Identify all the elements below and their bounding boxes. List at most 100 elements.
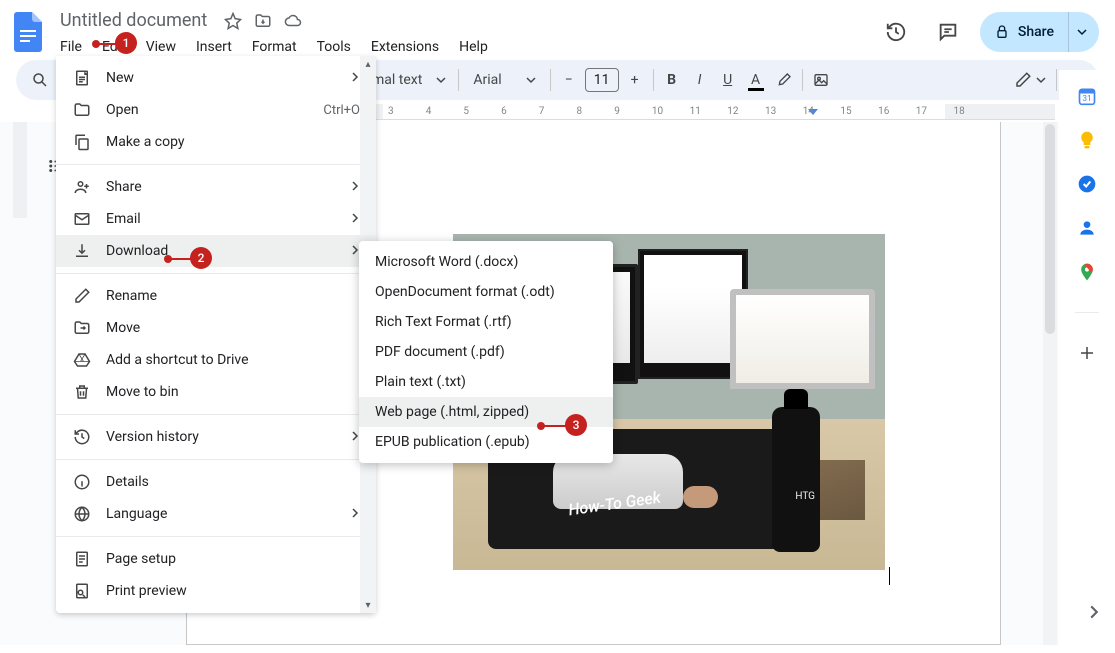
copy-icon: [72, 133, 92, 151]
menu-separator: [56, 459, 376, 460]
file-menu-item-add-a-shortcut-to-drive[interactable]: Add a shortcut to Drive: [56, 344, 376, 376]
chevron-right-icon: [350, 211, 360, 227]
history-icon[interactable]: [876, 12, 916, 52]
file-menu-item-move[interactable]: Move: [56, 312, 376, 344]
font-family-select[interactable]: Arial: [463, 72, 545, 88]
download-option-plain-text-txt[interactable]: Plain text (.txt): [359, 367, 613, 397]
paragraph-style-select[interactable]: mal text: [364, 72, 454, 88]
drive-icon: [72, 351, 92, 369]
ruler-number: 11: [690, 106, 701, 117]
download-option-microsoft-word-docx[interactable]: Microsoft Word (.docx): [359, 247, 613, 277]
svg-text:31: 31: [1082, 94, 1091, 104]
file-menu-item-details[interactable]: Details: [56, 466, 376, 498]
download-option-opendocument-format-odt[interactable]: OpenDocument format (.odt): [359, 277, 613, 307]
underline-button[interactable]: U: [714, 66, 742, 94]
submenu-item-label: OpenDocument format (.odt): [375, 284, 555, 300]
file-menu-item-download[interactable]: Download: [56, 235, 376, 267]
divider: [458, 69, 459, 91]
font-size-decrease[interactable]: −: [555, 66, 583, 94]
share-label: Share: [1018, 24, 1054, 40]
cloud-status-icon[interactable]: [283, 11, 303, 31]
menu-separator: [56, 273, 376, 274]
annotation-badge-1: 1: [115, 32, 137, 54]
ruler-number: 15: [840, 106, 851, 117]
chevron-down-icon: [1036, 75, 1046, 85]
file-menu-item-language[interactable]: Language: [56, 498, 376, 530]
file-menu-item-open[interactable]: OpenCtrl+O: [56, 94, 376, 126]
annotation-dot: [164, 255, 172, 263]
tasks-icon[interactable]: [1077, 174, 1097, 194]
share-dropdown[interactable]: [1068, 12, 1095, 52]
comments-icon[interactable]: [928, 12, 968, 52]
globe-icon: [72, 505, 92, 523]
trash-icon: [72, 383, 92, 401]
maps-icon[interactable]: [1077, 262, 1097, 282]
bottle-label: HTG: [795, 491, 815, 502]
file-menu-item-print-preview[interactable]: Print preview: [56, 575, 376, 607]
font-label: Arial: [473, 72, 501, 88]
divider: [653, 69, 654, 91]
insert-image-button[interactable]: [807, 66, 835, 94]
divider: [550, 69, 551, 91]
ruler-number: 13: [765, 106, 776, 117]
menu-item-label: Details: [106, 474, 360, 490]
vertical-ruler[interactable]: [8, 122, 32, 645]
ruler-number: 14: [803, 106, 814, 117]
search-menus-icon[interactable]: [26, 66, 54, 94]
doc-icon: [72, 69, 92, 87]
menu-item-label: Download: [106, 243, 336, 259]
italic-button[interactable]: I: [686, 66, 714, 94]
annotation-badge-3: 3: [565, 414, 587, 436]
editing-mode-button[interactable]: [1008, 71, 1052, 89]
divider: [1056, 69, 1057, 91]
side-panel-collapse-icon[interactable]: [1087, 605, 1101, 623]
chevron-right-icon: [350, 506, 360, 522]
addons-plus-icon[interactable]: [1077, 343, 1097, 363]
annotation-dot: [537, 422, 545, 430]
file-menu-item-share[interactable]: Share: [56, 171, 376, 203]
share-button[interactable]: Share: [980, 12, 1099, 52]
menu-item-label: Move to bin: [106, 384, 360, 400]
scroll-thumb[interactable]: [1045, 124, 1055, 334]
ruler-number: 17: [916, 106, 927, 117]
star-icon[interactable]: [223, 11, 243, 31]
menu-help[interactable]: Help: [451, 35, 496, 59]
divider: [802, 69, 803, 91]
menu-item-label: Open: [106, 102, 309, 118]
download-option-pdf-document-pdf[interactable]: PDF document (.pdf): [359, 337, 613, 367]
ruler-number: 12: [727, 106, 738, 117]
contacts-icon[interactable]: [1077, 218, 1097, 238]
file-menu-item-new[interactable]: New: [56, 62, 376, 94]
file-menu-item-page-setup[interactable]: Page setup: [56, 543, 376, 575]
ruler-number: 8: [577, 106, 583, 117]
submenu-item-label: Microsoft Word (.docx): [375, 254, 518, 270]
file-menu-item-move-to-bin[interactable]: Move to bin: [56, 376, 376, 408]
move-folder-icon[interactable]: [253, 11, 273, 31]
doc-title[interactable]: Untitled document: [54, 8, 213, 33]
text-color-button[interactable]: A: [742, 66, 770, 94]
app-header: Untitled document File Edit View Insert …: [0, 0, 1115, 60]
file-menu-item-make-a-copy[interactable]: Make a copy: [56, 126, 376, 158]
ruler-number: 4: [426, 106, 432, 117]
submenu-item-label: PDF document (.pdf): [375, 344, 505, 360]
menu-separator: [56, 536, 376, 537]
bold-button[interactable]: B: [658, 66, 686, 94]
history-icon: [72, 428, 92, 446]
ruler-number: 18: [954, 106, 965, 117]
menu-separator: [56, 164, 376, 165]
vertical-scrollbar[interactable]: ▴: [1043, 122, 1057, 645]
calendar-icon[interactable]: 31: [1077, 86, 1097, 106]
docs-logo-icon[interactable]: [12, 12, 44, 56]
highlight-button[interactable]: [770, 66, 798, 94]
file-menu-item-email[interactable]: Email: [56, 203, 376, 235]
submenu-item-label: Plain text (.txt): [375, 374, 466, 390]
font-size-input[interactable]: 11: [585, 68, 619, 92]
keep-icon[interactable]: [1077, 130, 1097, 150]
file-menu-item-rename[interactable]: Rename: [56, 280, 376, 312]
font-size-increase[interactable]: +: [621, 66, 649, 94]
paragraph-style-label: mal text: [372, 72, 422, 88]
download-option-rich-text-format-rtf[interactable]: Rich Text Format (.rtf): [359, 307, 613, 337]
file-menu-item-version-history[interactable]: Version history: [56, 421, 376, 453]
menu-separator: [56, 414, 376, 415]
move-icon: [72, 319, 92, 337]
